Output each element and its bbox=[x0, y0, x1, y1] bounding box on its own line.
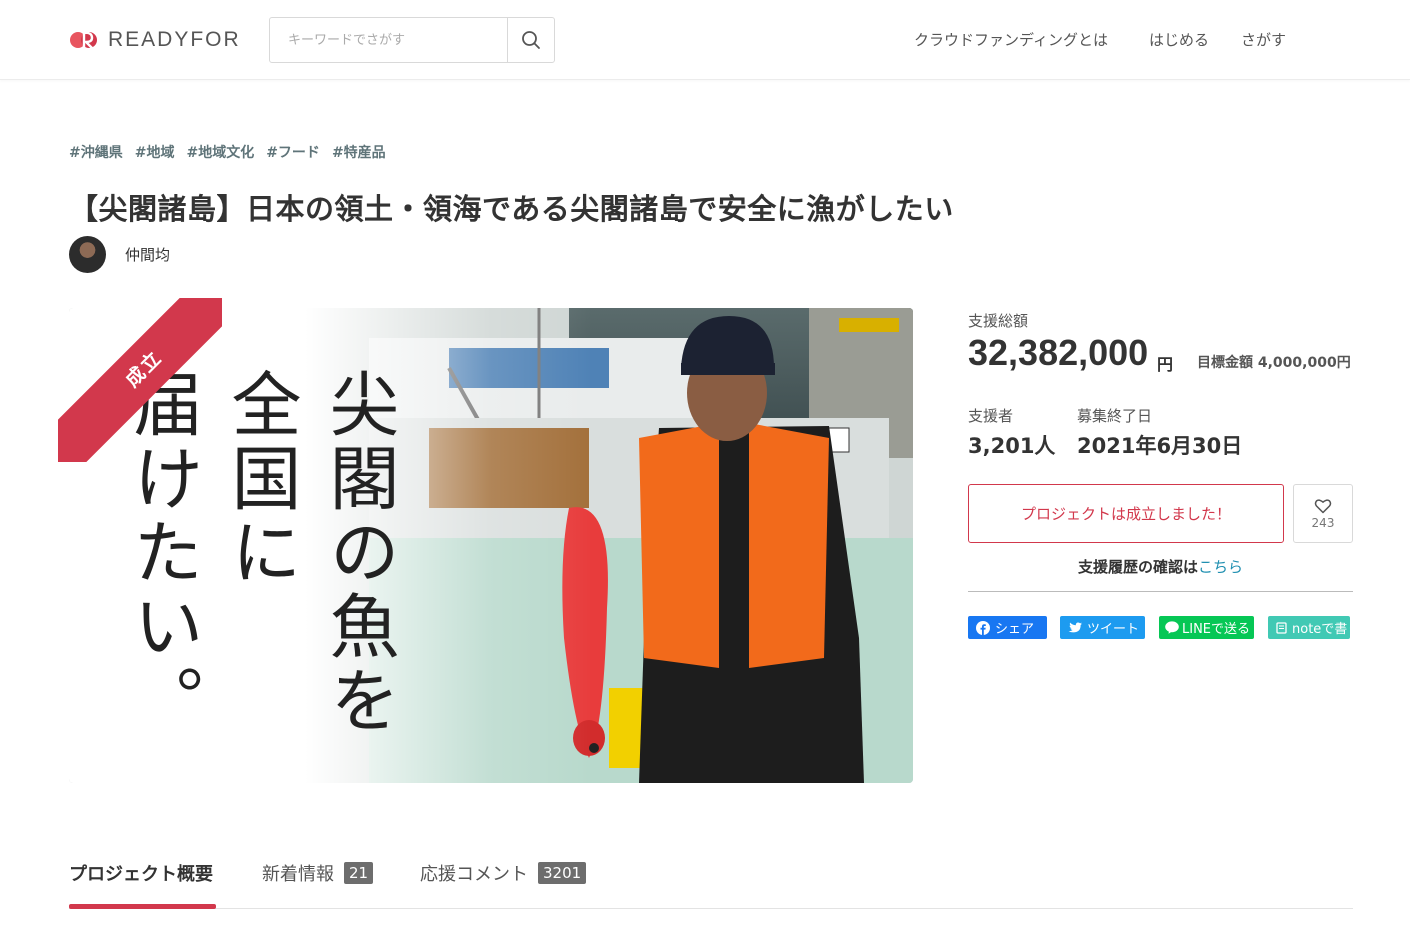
end-date: 2021年6月30日 bbox=[1077, 434, 1243, 458]
supporters-count: 3,201人 bbox=[968, 434, 1056, 458]
project-success-button[interactable]: プロジェクトは成立しました！ bbox=[968, 484, 1284, 543]
note-share-label: noteで書く bbox=[1292, 622, 1350, 637]
line-share-button[interactable]: LINEで送る bbox=[1159, 616, 1254, 639]
support-history: 支援履歴の確認はこちら bbox=[968, 556, 1353, 577]
search-box bbox=[269, 17, 555, 63]
facebook-icon bbox=[976, 620, 990, 635]
tag-food[interactable]: #フード bbox=[266, 142, 320, 162]
logo-text: READYFOR bbox=[108, 28, 241, 51]
hero-line-right: 尖閣の魚を bbox=[318, 368, 400, 738]
supporters-label: 支援者 bbox=[968, 407, 1014, 425]
tag-regional-culture[interactable]: #地域文化 bbox=[186, 142, 254, 162]
twitter-icon bbox=[1068, 621, 1082, 632]
project-owner: 仲間均 bbox=[69, 236, 170, 273]
hero-photo: 尖閣の魚を 全国に 届けたい。 bbox=[69, 308, 913, 783]
favorite-button[interactable]: 243 bbox=[1293, 484, 1353, 543]
site-header: READYFOR クラウドファンディングとは はじめる さがす bbox=[0, 0, 1410, 80]
tab-comments-count: 3201 bbox=[538, 862, 587, 884]
nav-about-crowdfunding[interactable]: クラウドファンディングとは bbox=[914, 29, 1108, 50]
end-date-label: 募集終了日 bbox=[1077, 407, 1153, 425]
facebook-share-button[interactable]: シェア bbox=[968, 616, 1047, 639]
hero-line-mid: 全国に bbox=[220, 368, 302, 590]
hero-line-left: 届けたい。 bbox=[122, 368, 204, 738]
search-button[interactable] bbox=[507, 18, 554, 62]
tab-project-overview[interactable]: プロジェクト概要 bbox=[69, 860, 213, 886]
goal-amount: 目標金額 4,000,000円 bbox=[1197, 355, 1351, 371]
owner-avatar[interactable] bbox=[69, 236, 106, 273]
owner-name[interactable]: 仲間均 bbox=[125, 244, 170, 265]
tab-news[interactable]: 新着情報 21 bbox=[262, 860, 374, 886]
tab-news-label: 新着情報 bbox=[262, 864, 334, 885]
nav-start[interactable]: はじめる bbox=[1149, 29, 1209, 50]
heart-icon bbox=[1314, 498, 1332, 513]
tag-okinawa[interactable]: #沖縄県 bbox=[69, 142, 123, 162]
total-amount: 32,382,000 bbox=[968, 332, 1149, 373]
project-hero-image: 尖閣の魚を 全国に 届けたい。 bbox=[69, 308, 913, 783]
line-icon bbox=[1165, 621, 1179, 634]
tag-region[interactable]: #地域 bbox=[135, 142, 175, 162]
nav-search[interactable]: さがす bbox=[1241, 29, 1286, 50]
favorite-count: 243 bbox=[1311, 515, 1335, 530]
tab-comments-label: 応援コメント bbox=[420, 864, 528, 885]
note-icon bbox=[1276, 621, 1287, 634]
total-amount-label: 支援総額 bbox=[968, 312, 1029, 330]
twitter-share-button[interactable]: ツイート bbox=[1060, 616, 1145, 639]
note-share-button[interactable]: noteで書く bbox=[1268, 616, 1350, 639]
tag-list: #沖縄県 #地域 #地域文化 #フード #特産品 bbox=[69, 142, 386, 162]
twitter-share-label: ツイート bbox=[1087, 622, 1140, 637]
stats-divider bbox=[968, 591, 1353, 592]
tab-comments[interactable]: 応援コメント 3201 bbox=[420, 860, 587, 886]
project-tabs: プロジェクト概要 新着情報 21 応援コメント 3201 bbox=[69, 856, 1353, 909]
logo-mark-icon bbox=[70, 31, 97, 51]
support-history-link[interactable]: こちら bbox=[1198, 558, 1243, 576]
search-input[interactable] bbox=[270, 18, 507, 62]
readyfor-logo[interactable]: READYFOR bbox=[68, 28, 241, 52]
tab-news-count: 21 bbox=[344, 862, 374, 884]
active-tab-indicator bbox=[69, 904, 216, 909]
tab-project-overview-label: プロジェクト概要 bbox=[69, 864, 213, 885]
support-history-text: 支援履歴の確認は bbox=[1077, 558, 1198, 576]
project-title: 【尖閣諸島】日本の領土・領海である尖閣諸島で安全に漁がしたい bbox=[69, 192, 954, 226]
tag-specialty[interactable]: #特産品 bbox=[332, 142, 386, 162]
search-icon bbox=[522, 31, 540, 49]
line-share-label: LINEで送る bbox=[1182, 622, 1251, 637]
facebook-share-label: シェア bbox=[995, 622, 1035, 637]
total-amount-unit: 円 bbox=[1157, 355, 1174, 374]
